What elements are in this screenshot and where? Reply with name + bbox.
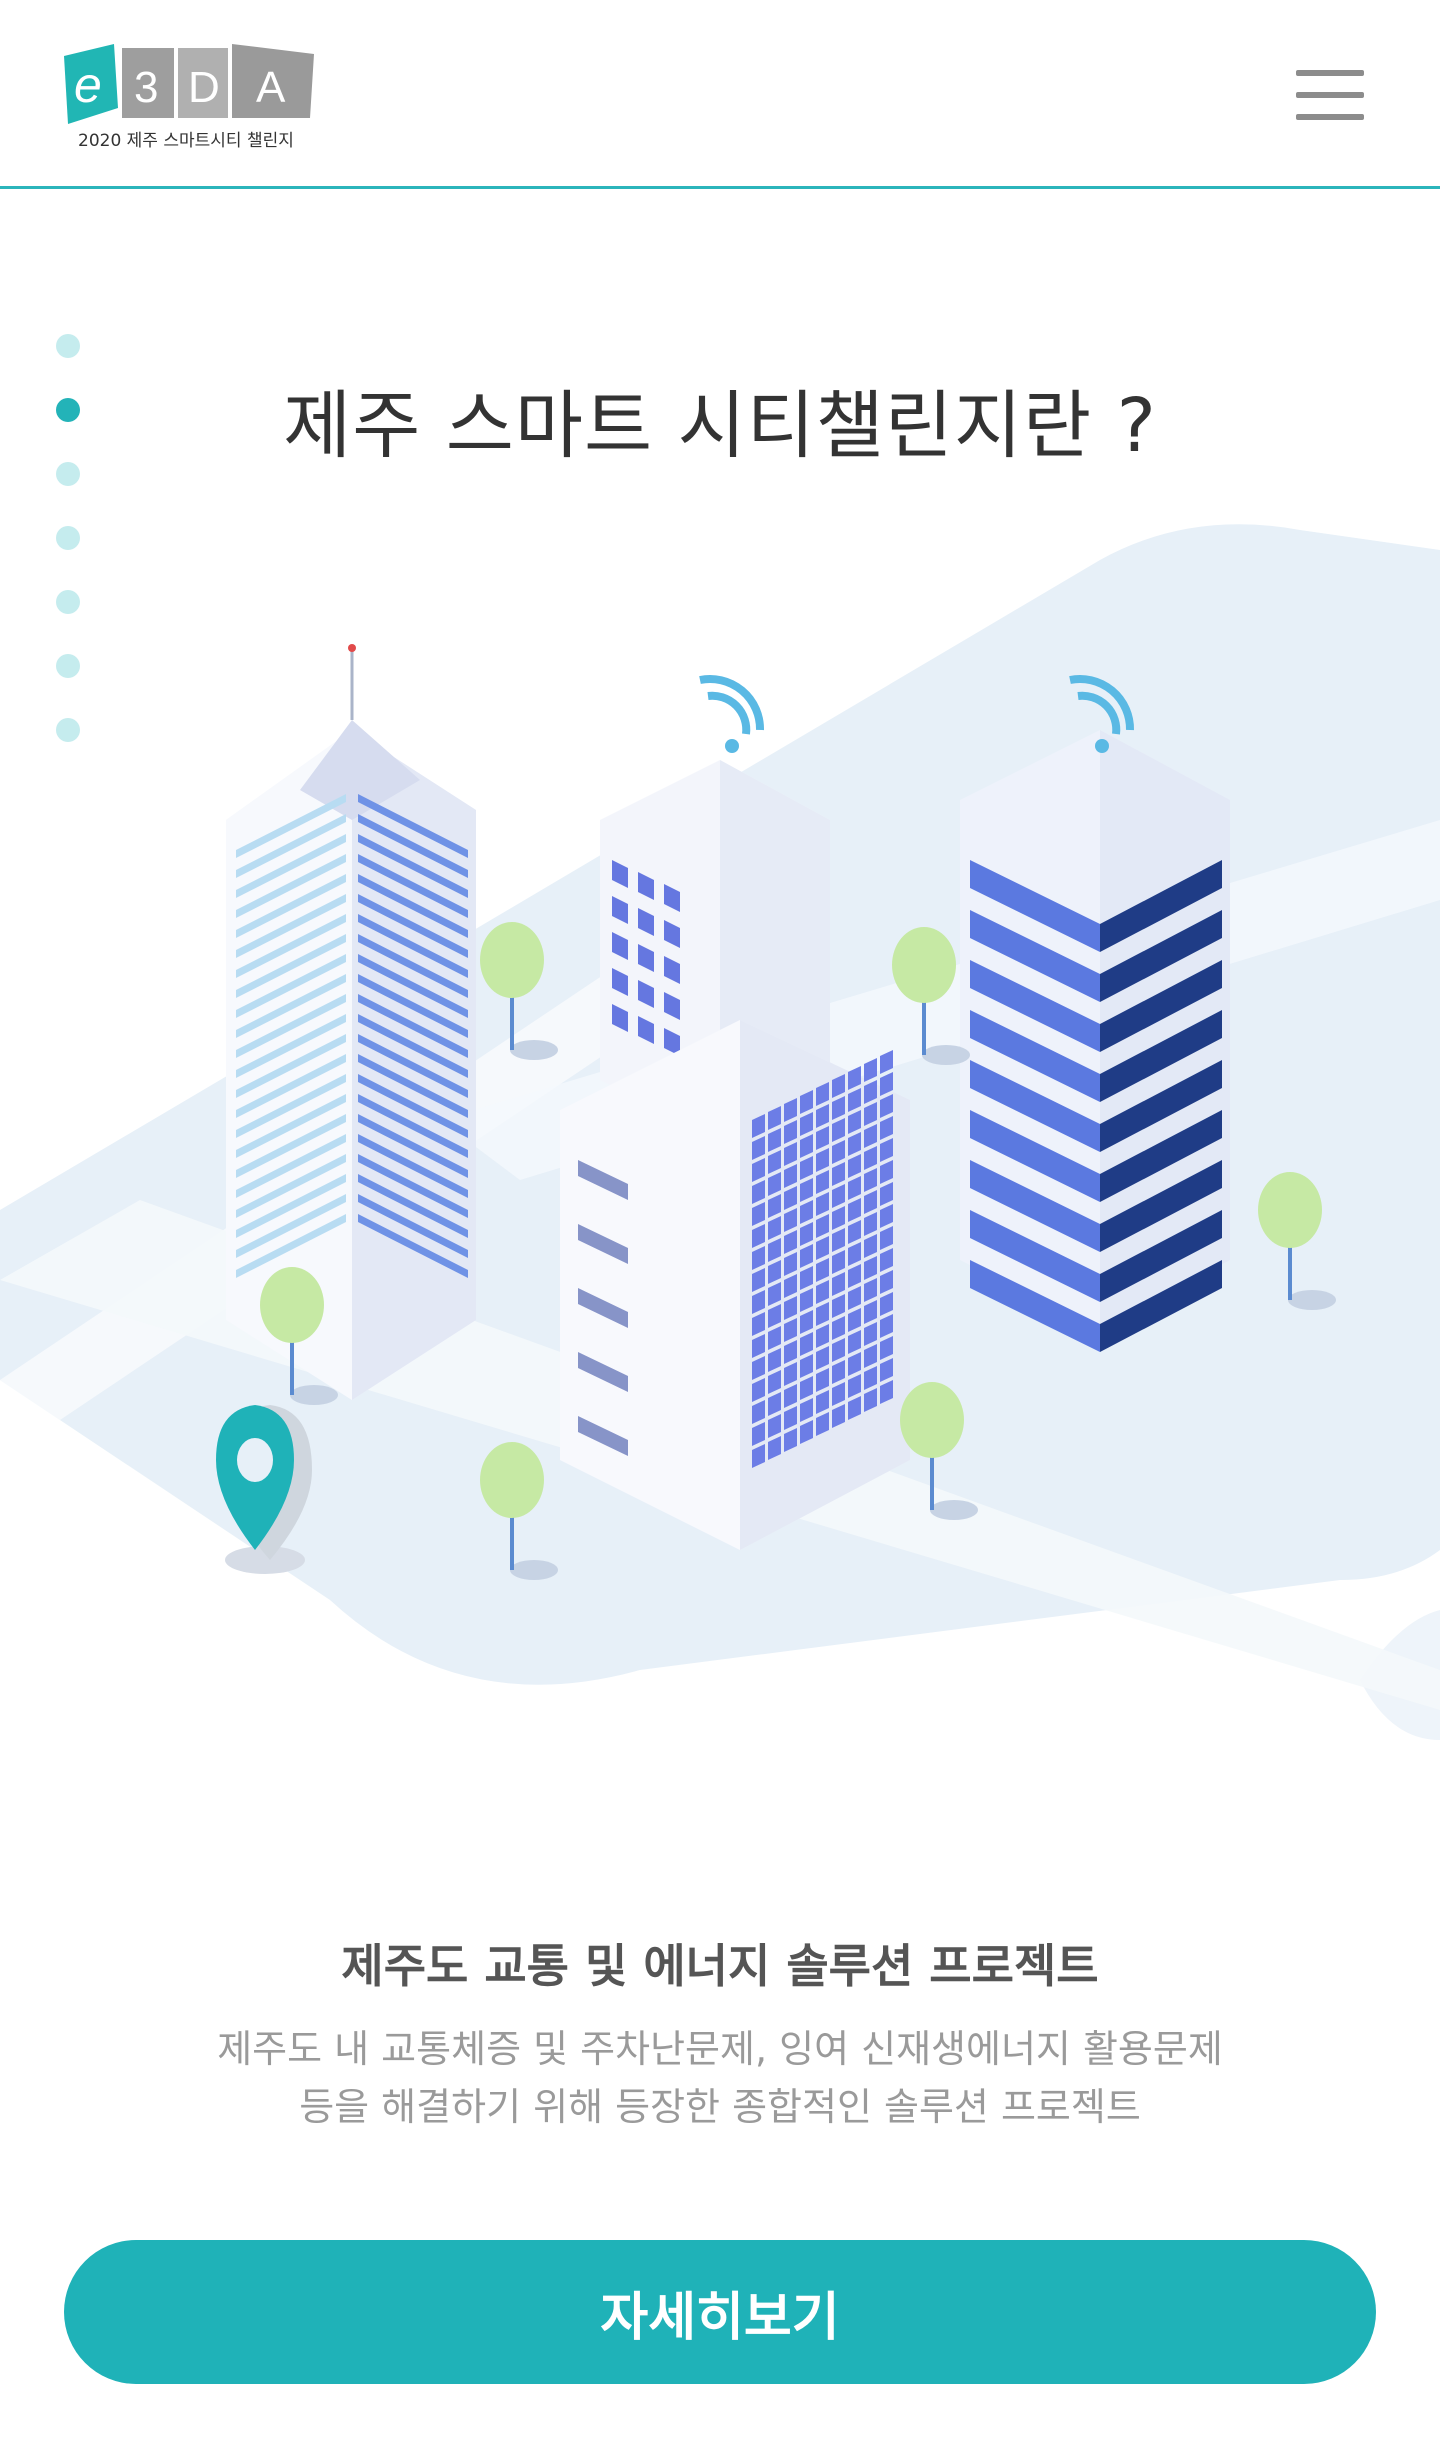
logo-letter-d: D bbox=[188, 63, 220, 112]
header-divider bbox=[0, 186, 1440, 189]
e3da-logo[interactable]: e 3 D A 2020 제주 스마트시티 챌린지 bbox=[64, 44, 320, 154]
details-button[interactable]: 자세히보기 bbox=[64, 2240, 1376, 2384]
section-subtitle: 제주도 교통 및 에너지 솔루션 프로젝트 bbox=[341, 1939, 1099, 1993]
pagination-dot-1[interactable] bbox=[56, 334, 80, 358]
logo-subtitle: 2020 제주 스마트시티 챌린지 bbox=[78, 131, 294, 151]
page-title: 제주 스마트 시티챌린지란 ? bbox=[283, 383, 1157, 469]
description-line-2: 등을 해결하기 위해 등장한 종합적인 솔루션 프로젝트 bbox=[299, 2085, 1141, 2129]
smart-city-illustration bbox=[0, 520, 1440, 1840]
logo-letter-a: A bbox=[256, 63, 286, 112]
description-line-1: 제주도 내 교통체증 및 주차난문제, 잉여 신재생에너지 활용문제 bbox=[217, 2027, 1223, 2071]
section-description: 제주도 내 교통체증 및 주차난문제, 잉여 신재생에너지 활용문제 등을 해결… bbox=[0, 2020, 1440, 2136]
header: e 3 D A 2020 제주 스마트시티 챌린지 bbox=[0, 0, 1440, 189]
logo-tiles: e 3 D A bbox=[64, 44, 314, 124]
logo-letter-3: 3 bbox=[134, 63, 158, 112]
hamburger-menu-icon[interactable] bbox=[1296, 70, 1364, 120]
logo-letter-e: e bbox=[74, 57, 102, 113]
